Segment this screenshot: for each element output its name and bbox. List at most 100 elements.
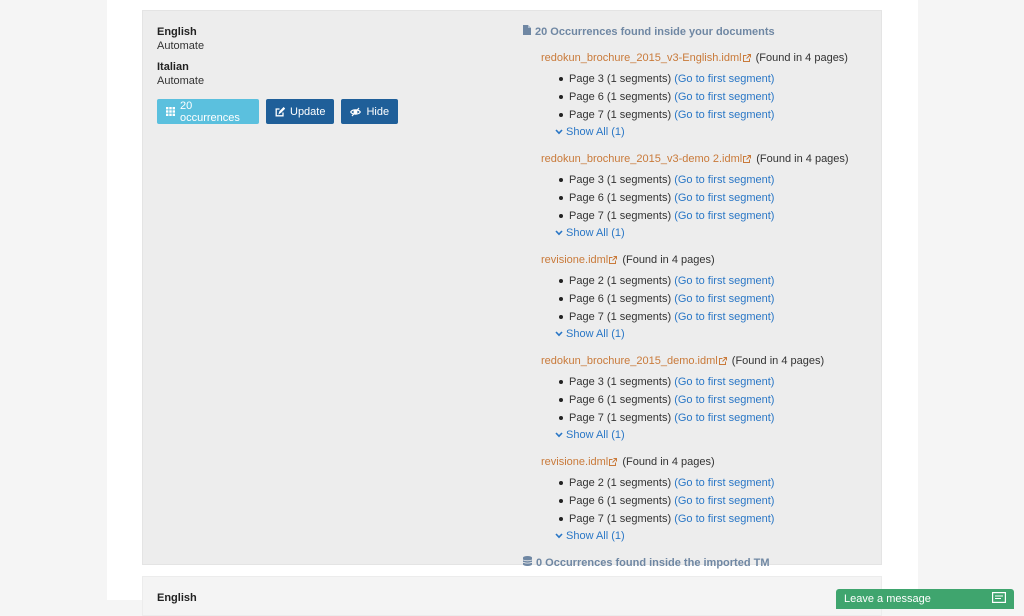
- go-to-first-segment-link[interactable]: (Go to first segment): [674, 311, 774, 323]
- page-list: Page 3 (1 segments) (Go to first segment…: [541, 70, 873, 124]
- page-item: Page 6 (1 segments) (Go to first segment…: [559, 189, 873, 207]
- document-line: redokun_brochure_2015_demo.idml (Found i…: [541, 354, 873, 369]
- external-link-icon[interactable]: [609, 254, 618, 268]
- tm-heading: 0 Occurrences found inside the imported …: [522, 556, 873, 570]
- external-link-icon[interactable]: [609, 456, 618, 470]
- database-icon: [522, 556, 533, 570]
- page-label: Page 7 (1 segments): [569, 109, 672, 121]
- page-item: Page 3 (1 segments) (Go to first segment…: [559, 373, 873, 391]
- page-list: Page 3 (1 segments) (Go to first segment…: [541, 373, 873, 427]
- chat-widget[interactable]: Leave a message: [836, 589, 1014, 609]
- show-all-label: Show All (1): [566, 126, 625, 138]
- documents-heading: 20 Occurrences found inside your documen…: [523, 25, 873, 39]
- show-all-label: Show All (1): [566, 227, 625, 239]
- source-language-label: English: [157, 26, 197, 38]
- document-found-count: (Found in 4 pages): [755, 52, 848, 64]
- document-link[interactable]: revisione.idml: [541, 254, 608, 266]
- go-to-first-segment-link[interactable]: (Go to first segment): [674, 293, 774, 305]
- tm-heading-text: 0 Occurrences found inside the imported …: [536, 557, 770, 569]
- next-term-entry-panel: English: [142, 576, 882, 616]
- document-group: redokun_brochure_2015_v3-English.idml (F…: [541, 51, 873, 140]
- document-line: revisione.idml (Found in 4 pages): [541, 253, 873, 268]
- occurrences-button[interactable]: 20 occurrences: [157, 99, 259, 124]
- go-to-first-segment-link[interactable]: (Go to first segment): [674, 477, 774, 489]
- page-list: Page 3 (1 segments) (Go to first segment…: [541, 171, 873, 225]
- document-found-count: (Found in 4 pages): [731, 355, 825, 367]
- chevron-down-icon: [555, 124, 563, 140]
- page-label: Page 7 (1 segments): [569, 311, 672, 323]
- occurrences-button-label: 20 occurrences: [180, 99, 240, 124]
- occurrences-results: 20 Occurrences found inside your documen…: [522, 25, 873, 570]
- show-all-link[interactable]: Show All (1): [555, 427, 873, 443]
- document-group: revisione.idml (Found in 4 pages) Page 2 …: [541, 455, 873, 544]
- page-item: Page 7 (1 segments) (Go to first segment…: [559, 207, 873, 225]
- go-to-first-segment-link[interactable]: (Go to first segment): [674, 91, 774, 103]
- eye-slash-icon: [350, 107, 362, 117]
- chevron-down-icon: [555, 326, 563, 342]
- document-found-count: (Found in 4 pages): [622, 254, 715, 266]
- document-found-count: (Found in 4 pages): [622, 456, 715, 468]
- document-found-count: (Found in 4 pages): [756, 153, 849, 165]
- show-all-link[interactable]: Show All (1): [555, 124, 873, 140]
- page-label: Page 6 (1 segments): [569, 394, 672, 406]
- document-link[interactable]: revisione.idml: [541, 456, 608, 468]
- page-item: Page 6 (1 segments) (Go to first segment…: [559, 88, 873, 106]
- target-term: Automate: [157, 75, 205, 87]
- page-label: Page 3 (1 segments): [569, 73, 672, 85]
- external-link-icon[interactable]: [742, 52, 751, 66]
- chevron-down-icon: [555, 427, 563, 443]
- hide-button[interactable]: Hide: [341, 99, 399, 124]
- page-item: Page 6 (1 segments) (Go to first segment…: [559, 391, 873, 409]
- documents-heading-text: 20 Occurrences found inside your documen…: [535, 26, 775, 38]
- action-buttons: 20 occurrences Update Hide: [157, 99, 399, 124]
- go-to-first-segment-link[interactable]: (Go to first segment): [674, 376, 774, 388]
- go-to-first-segment-link[interactable]: (Go to first segment): [674, 192, 774, 204]
- go-to-first-segment-link[interactable]: (Go to first segment): [674, 394, 774, 406]
- page-label: Page 3 (1 segments): [569, 376, 672, 388]
- page-label: Page 6 (1 segments): [569, 293, 672, 305]
- go-to-first-segment-link[interactable]: (Go to first segment): [674, 495, 774, 507]
- page-label: Page 7 (1 segments): [569, 513, 672, 525]
- page-label: Page 2 (1 segments): [569, 275, 672, 287]
- page-label: Page 2 (1 segments): [569, 477, 672, 489]
- go-to-first-segment-link[interactable]: (Go to first segment): [674, 412, 774, 424]
- content-column: English Automate Italian Automate 20 occ…: [107, 0, 918, 616]
- file-icon: [523, 25, 531, 39]
- go-to-first-segment-link[interactable]: (Go to first segment): [674, 513, 774, 525]
- source-term: Automate: [157, 40, 205, 52]
- page-item: Page 7 (1 segments) (Go to first segment…: [559, 409, 873, 427]
- go-to-first-segment-link[interactable]: (Go to first segment): [674, 174, 774, 186]
- grid-icon: [166, 107, 175, 116]
- document-link[interactable]: redokun_brochure_2015_demo.idml: [541, 355, 718, 367]
- go-to-first-segment-link[interactable]: (Go to first segment): [674, 210, 774, 222]
- page-item: Page 2 (1 segments) (Go to first segment…: [559, 474, 873, 492]
- document-link[interactable]: redokun_brochure_2015_v3-demo 2.idml: [541, 153, 742, 165]
- page-item: Page 7 (1 segments) (Go to first segment…: [559, 510, 873, 528]
- chevron-down-icon: [555, 225, 563, 241]
- document-group: redokun_brochure_2015_demo.idml (Found i…: [541, 354, 873, 443]
- go-to-first-segment-link[interactable]: (Go to first segment): [674, 275, 774, 287]
- page-item: Page 7 (1 segments) (Go to first segment…: [559, 308, 873, 326]
- page-item: Page 6 (1 segments) (Go to first segment…: [559, 290, 873, 308]
- show-all-link[interactable]: Show All (1): [555, 326, 873, 342]
- target-language-block: Italian Automate: [157, 60, 204, 88]
- document-line: redokun_brochure_2015_v3-demo 2.idml (Fo…: [541, 152, 873, 167]
- document-line: revisione.idml (Found in 4 pages): [541, 455, 873, 470]
- show-all-label: Show All (1): [566, 429, 625, 441]
- show-all-label: Show All (1): [566, 530, 625, 542]
- page-list: Page 2 (1 segments) (Go to first segment…: [541, 272, 873, 326]
- go-to-first-segment-link[interactable]: (Go to first segment): [674, 73, 774, 85]
- external-link-icon[interactable]: [743, 153, 752, 167]
- show-all-link[interactable]: Show All (1): [555, 225, 873, 241]
- document-link[interactable]: redokun_brochure_2015_v3-English.idml: [541, 52, 742, 64]
- chat-icon: [992, 592, 1007, 606]
- next-source-language-label: English: [157, 592, 197, 604]
- page-label: Page 6 (1 segments): [569, 91, 672, 103]
- update-button[interactable]: Update: [266, 99, 335, 124]
- external-link-icon[interactable]: [718, 355, 727, 369]
- page-label: Page 7 (1 segments): [569, 412, 672, 424]
- update-button-label: Update: [290, 105, 326, 118]
- edit-icon: [275, 106, 285, 117]
- show-all-link[interactable]: Show All (1): [555, 528, 873, 544]
- go-to-first-segment-link[interactable]: (Go to first segment): [674, 109, 774, 121]
